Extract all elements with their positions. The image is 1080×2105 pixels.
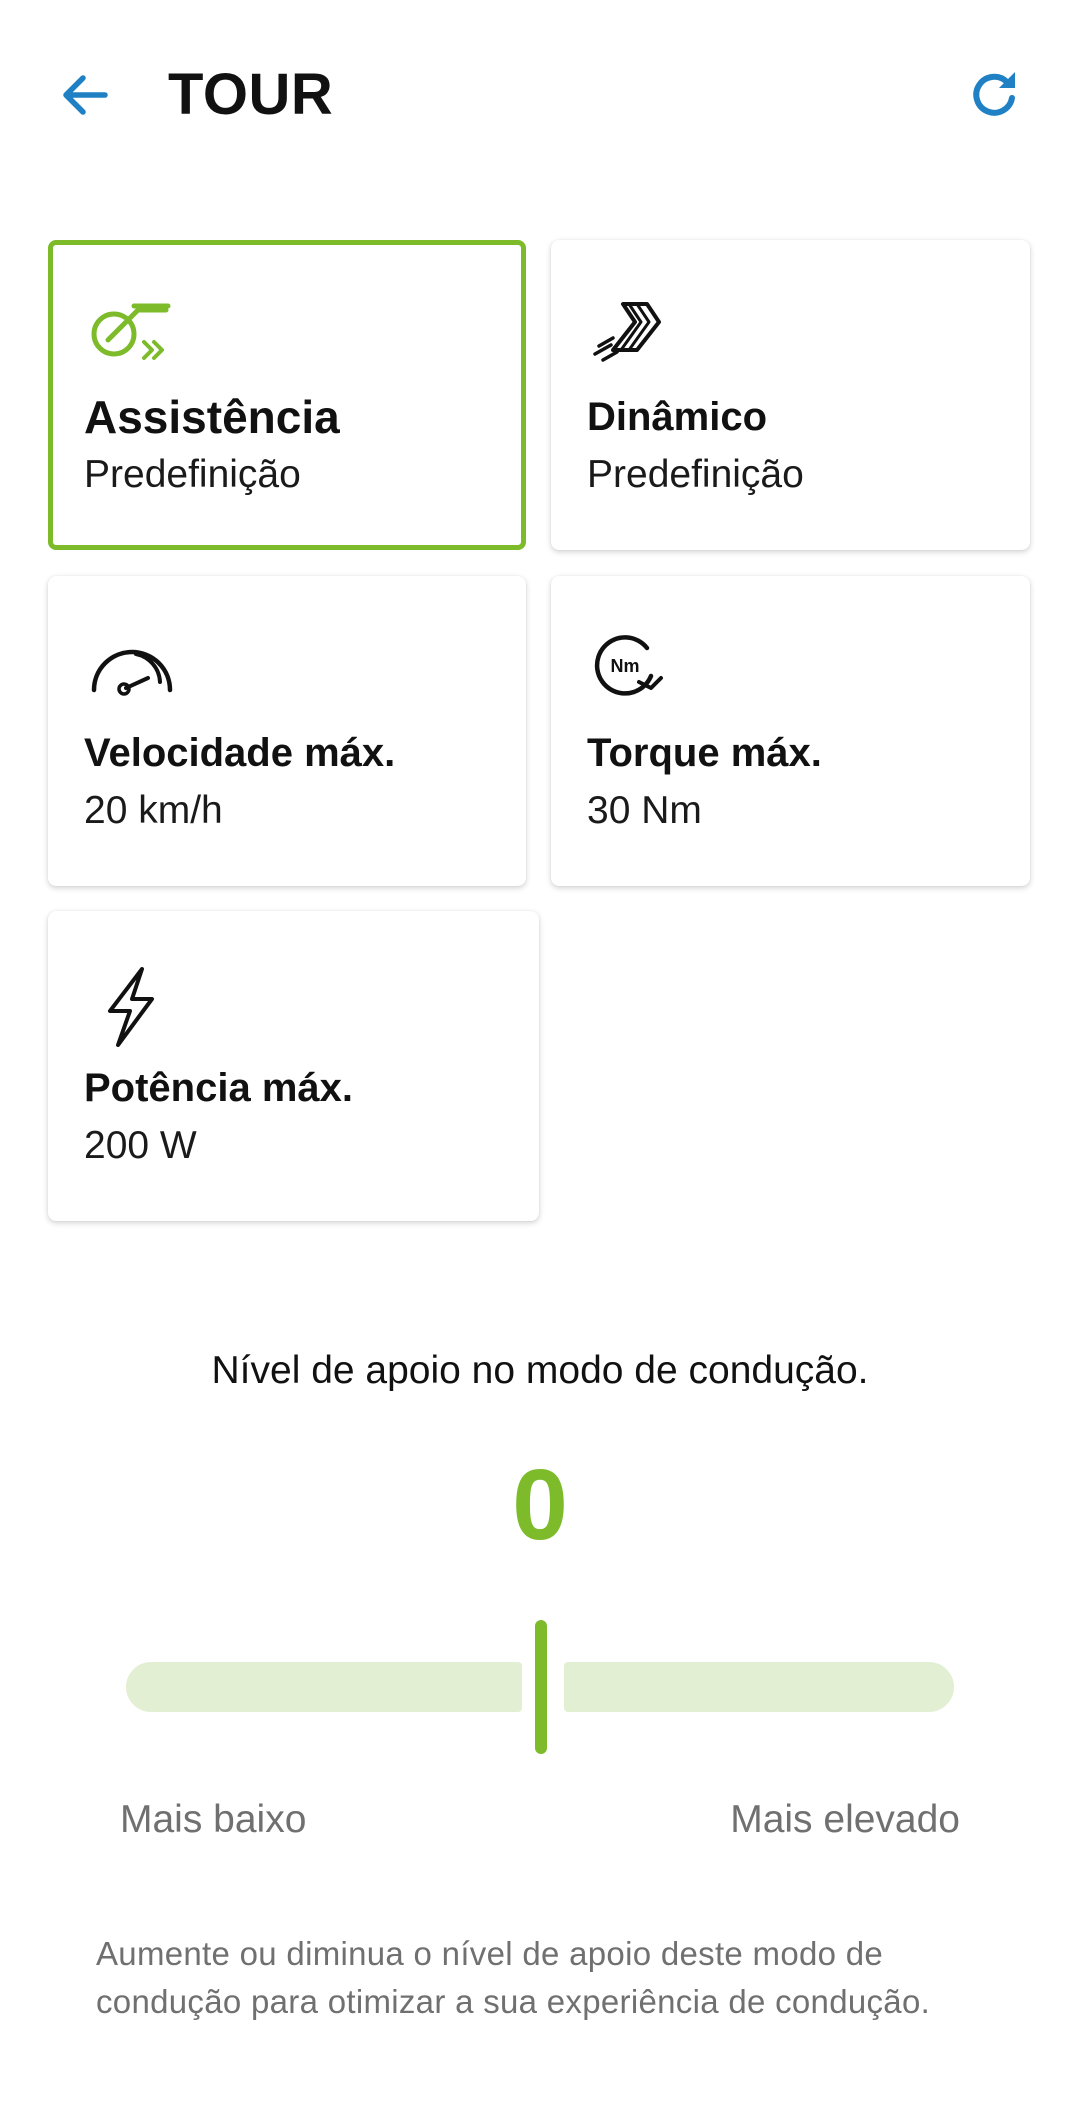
support-help-text: Aumente ou diminua o nível de apoio dest… bbox=[96, 1935, 931, 2020]
max-power-value: 200 W bbox=[84, 1124, 197, 1167]
refresh-button[interactable] bbox=[960, 60, 1030, 130]
max-power-card[interactable]: Potência máx. 200 W bbox=[48, 911, 539, 1221]
dynamic-icon bbox=[589, 296, 679, 368]
max-speed-label: Velocidade máx. bbox=[84, 731, 396, 775]
max-torque-label: Torque máx. bbox=[587, 731, 822, 775]
max-speed-value: 20 km/h bbox=[84, 789, 223, 832]
speedometer-icon bbox=[86, 632, 176, 704]
lightning-icon bbox=[86, 967, 176, 1047]
max-torque-value: 30 Nm bbox=[587, 789, 702, 832]
assist-mode-label: Assistência bbox=[84, 391, 340, 443]
support-level-value: 0 bbox=[512, 1449, 568, 1561]
slider-min-label: Mais baixo bbox=[120, 1798, 307, 1841]
dynamic-label: Dinâmico bbox=[587, 395, 768, 439]
assist-mode-value: Predefinição bbox=[84, 453, 301, 496]
torque-icon-text: Nm bbox=[610, 656, 639, 676]
dynamic-card[interactable]: Dinâmico Predefinição bbox=[551, 240, 1030, 550]
assist-mode-card[interactable]: Assistência Predefinição bbox=[48, 240, 526, 550]
slider-max-label: Mais elevado bbox=[730, 1798, 960, 1841]
max-power-label: Potência máx. bbox=[84, 1066, 354, 1110]
slider-track-lower[interactable] bbox=[126, 1662, 522, 1712]
back-button[interactable] bbox=[50, 60, 120, 130]
torque-icon: Nm bbox=[589, 632, 679, 704]
support-level-slider[interactable] bbox=[126, 1620, 954, 1760]
page-title: TOUR bbox=[168, 62, 334, 127]
slider-thumb[interactable] bbox=[535, 1620, 547, 1754]
app-header: TOUR bbox=[0, 0, 1080, 190]
max-speed-card[interactable]: Velocidade máx. 20 km/h bbox=[48, 576, 526, 886]
assist-mode-icon bbox=[86, 296, 176, 368]
max-torque-card[interactable]: Nm Torque máx. 30 Nm bbox=[551, 576, 1030, 886]
arrow-left-icon bbox=[63, 75, 108, 115]
support-level-title: Nível de apoio no modo de condução. bbox=[211, 1349, 869, 1392]
dynamic-value: Predefinição bbox=[587, 453, 804, 496]
slider-track-upper[interactable] bbox=[564, 1662, 954, 1712]
refresh-icon bbox=[973, 72, 1015, 116]
